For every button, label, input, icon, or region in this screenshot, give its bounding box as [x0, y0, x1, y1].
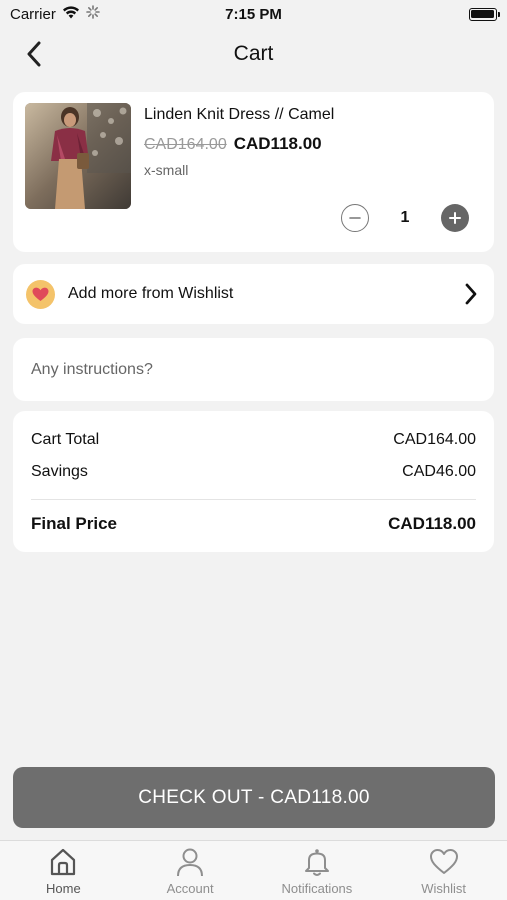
battery-icon [468, 7, 500, 21]
chevron-right-icon [465, 283, 477, 305]
price-row: CAD164.00 CAD118.00 [144, 134, 322, 154]
checkout-button[interactable]: CHECK OUT - CAD118.00 [13, 767, 495, 828]
wifi-icon [62, 5, 80, 23]
savings-label: Savings [31, 463, 88, 480]
minus-icon [349, 217, 361, 219]
tab-home[interactable]: Home [0, 841, 127, 900]
tab-notifications-label: Notifications [281, 881, 353, 896]
instructions-card [13, 338, 494, 401]
quantity-stepper: 1 [341, 202, 469, 234]
final-price-label: Final Price [31, 514, 117, 533]
quantity-value: 1 [400, 209, 410, 226]
carrier-label: Carrier [10, 5, 56, 23]
cart-total-value: CAD164.00 [393, 431, 476, 448]
checkout-area: CHECK OUT - CAD118.00 [0, 755, 507, 840]
tab-notifications[interactable]: Notifications [254, 841, 381, 900]
cart-item-card: Linden Knit Dress // Camel CAD164.00 CAD… [13, 92, 494, 252]
wishlist-link-label: Add more from Wishlist [68, 285, 234, 302]
status-left: Carrier [10, 5, 170, 23]
back-button[interactable] [18, 38, 50, 70]
status-bar: Carrier 7:15 PM [0, 0, 507, 28]
tab-account[interactable]: Account [127, 841, 254, 900]
variant-label: x-small [144, 162, 189, 178]
tab-wishlist-label: Wishlist [421, 881, 467, 896]
final-price-row: Final Price CAD118.00 [31, 514, 476, 534]
plus-icon [449, 212, 461, 224]
heart-outline-icon [429, 849, 458, 874]
original-price: CAD164.00 [144, 136, 227, 153]
status-right [337, 7, 500, 21]
tab-bar: Home Account Notifications Wishlist [0, 840, 507, 900]
tab-account-label: Account [166, 881, 214, 896]
activity-icon [86, 5, 100, 23]
nav-bar: Cart [0, 28, 507, 80]
cart-total-row: Cart Total CAD164.00 [31, 431, 476, 449]
increase-quantity-button[interactable] [441, 204, 469, 232]
final-price-value: CAD118.00 [388, 514, 476, 533]
page-title: Cart [233, 42, 274, 65]
summary-divider [31, 499, 476, 500]
tab-home-label: Home [46, 881, 81, 896]
status-time: 7:15 PM [225, 5, 282, 23]
instructions-input[interactable] [31, 360, 476, 379]
sale-price: CAD118.00 [233, 134, 322, 153]
order-summary: Cart Total CAD164.00 Savings CAD46.00 Fi… [13, 411, 494, 552]
savings-value: CAD46.00 [402, 463, 476, 480]
product-image[interactable] [25, 103, 131, 209]
decrease-quantity-button[interactable] [341, 204, 369, 232]
user-icon [177, 848, 204, 877]
cart-total-label: Cart Total [31, 431, 100, 448]
chevron-left-icon [27, 41, 41, 67]
add-from-wishlist-row[interactable]: Add more from Wishlist [13, 264, 494, 324]
bell-icon [304, 849, 329, 876]
savings-row: Savings CAD46.00 [31, 463, 476, 481]
product-name[interactable]: Linden Knit Dress // Camel [144, 106, 334, 124]
heart-icon [26, 279, 55, 309]
home-icon [51, 848, 76, 876]
tab-wishlist[interactable]: Wishlist [380, 841, 507, 900]
